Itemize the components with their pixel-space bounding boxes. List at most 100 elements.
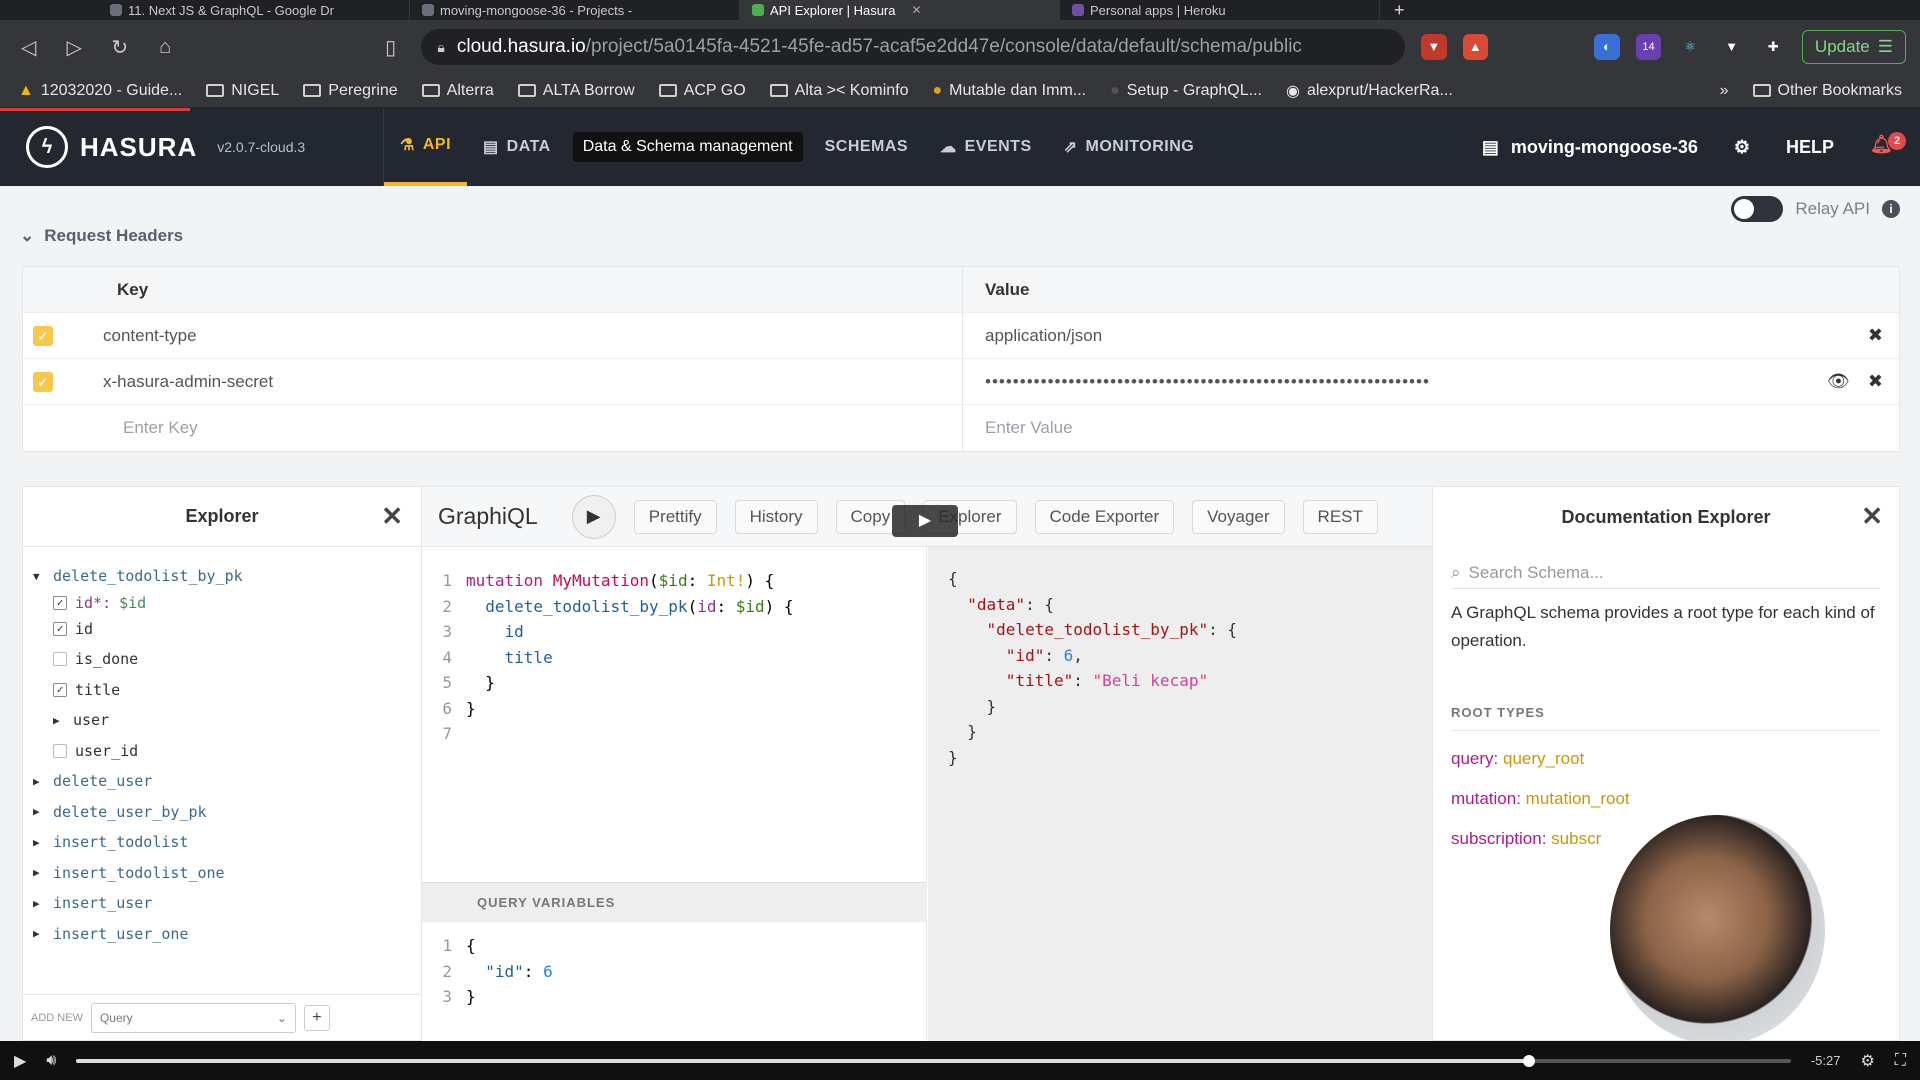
more-bookmarks-button[interactable]: » bbox=[1720, 82, 1729, 100]
tree-field[interactable]: user_id bbox=[33, 736, 411, 767]
tree-node[interactable]: ▶ insert_todolist_one bbox=[33, 858, 411, 889]
tree-node[interactable]: ▶ delete_user bbox=[33, 766, 411, 797]
show-secret-eye-icon[interactable]: 👁︎ bbox=[1827, 371, 1850, 392]
info-icon[interactable]: i bbox=[1882, 200, 1900, 218]
line-number: 5 bbox=[442, 673, 452, 692]
seek-handle[interactable] bbox=[1522, 1054, 1535, 1067]
forward-icon[interactable]: ▷ bbox=[59, 35, 88, 60]
browser-tab[interactable]: Personal apps | Heroku bbox=[1060, 0, 1380, 20]
tree-field[interactable]: ✓ title bbox=[33, 675, 411, 706]
tree-field[interactable]: ▶ user bbox=[33, 705, 411, 736]
reload-icon[interactable]: ↻ bbox=[105, 35, 134, 60]
bookmark-item[interactable]: ◉ alexprut/HackerRa... bbox=[1286, 81, 1453, 101]
tab-monitoring[interactable]: ⇗ MONITORING bbox=[1048, 108, 1211, 186]
bookmark-folder[interactable]: ALTA Borrow bbox=[517, 82, 635, 100]
tree-node[interactable]: ▶ insert_todolist bbox=[33, 827, 411, 858]
update-button[interactable]: Update ☰ bbox=[1801, 30, 1906, 64]
tree-field[interactable]: is_done bbox=[33, 644, 411, 675]
remove-header-icon[interactable]: ✖ bbox=[1868, 371, 1883, 392]
tab-schemas[interactable]: SCHEMAS bbox=[809, 108, 925, 186]
video-play-overlay-button[interactable]: ▶ bbox=[892, 505, 958, 537]
other-bookmarks-folder[interactable]: Other Bookmarks bbox=[1752, 82, 1902, 100]
bookmark-item[interactable]: ▲ 12032020 - Guide... bbox=[18, 82, 182, 100]
version-label: v2.0.7-cloud.3 bbox=[217, 139, 306, 155]
query-editor[interactable]: 1 mutation MyMutation($id: Int!) { 2 dele… bbox=[422, 547, 927, 882]
tree-node-expanded[interactable]: ▼ delete_todolist_by_pk bbox=[33, 561, 411, 592]
bookmark-item[interactable]: ● Mutable dan Imm... bbox=[932, 82, 1086, 100]
root-type-link[interactable]: mutation_root bbox=[1526, 789, 1630, 808]
enter-value-input[interactable]: Enter Value bbox=[985, 418, 1073, 438]
bookmark-item[interactable]: ● Setup - GraphQL... bbox=[1110, 82, 1262, 100]
folder-icon bbox=[421, 84, 440, 97]
brave-rewards-icon[interactable]: ▲ bbox=[1462, 34, 1489, 60]
close-icon[interactable]: ✕ bbox=[381, 501, 403, 532]
bookmark-folder[interactable]: NIGEL bbox=[206, 82, 279, 100]
brave-shield-icon[interactable]: ▼ bbox=[1420, 34, 1447, 60]
header-enabled-checkbox[interactable]: ✓ bbox=[33, 371, 53, 392]
tab-events[interactable]: ☁ EVENTS bbox=[924, 108, 1048, 186]
code-exporter-button[interactable]: Code Exporter bbox=[1034, 499, 1175, 534]
prettify-button[interactable]: Prettify bbox=[633, 499, 717, 534]
header-enabled-checkbox[interactable]: ✓ bbox=[33, 325, 53, 346]
play-icon[interactable]: ▶ bbox=[14, 1051, 26, 1071]
notifications-bell-icon[interactable]: 🔔︎ 2 bbox=[1870, 132, 1906, 160]
root-type-link[interactable]: subscr bbox=[1551, 829, 1601, 848]
settings-gear-icon[interactable]: ⚙ bbox=[1734, 137, 1750, 158]
header-key[interactable]: content-type bbox=[103, 326, 197, 346]
browser-tab[interactable]: moving-mongoose-36 - Projects - bbox=[410, 0, 740, 20]
bookmark-folder[interactable]: Alterra bbox=[421, 82, 494, 100]
request-headers-toggle[interactable]: ⌄ Request Headers bbox=[20, 226, 183, 246]
tree-field[interactable]: ✓ id bbox=[33, 614, 411, 645]
tab-data[interactable]: ▤ DATA bbox=[467, 108, 567, 186]
extensions-puzzle-icon[interactable]: ✚ bbox=[1760, 34, 1786, 60]
seek-bar[interactable] bbox=[76, 1054, 1791, 1067]
bookmark-label: alexprut/HackerRa... bbox=[1306, 81, 1453, 99]
bookmark-folder[interactable]: ACP GO bbox=[658, 82, 746, 100]
extension-new-icon[interactable]: ◐ bbox=[1594, 34, 1620, 60]
tree-node[interactable]: ▶ insert_user bbox=[33, 888, 411, 919]
home-icon[interactable]: ⌂ bbox=[150, 36, 179, 59]
remove-header-icon[interactable]: ✖ bbox=[1868, 325, 1883, 346]
help-link[interactable]: HELP bbox=[1786, 137, 1834, 158]
tree-node[interactable]: ▶ insert_user_one bbox=[33, 919, 411, 950]
vue-devtools-icon[interactable]: ▼ bbox=[1718, 34, 1745, 60]
relay-api-toggle[interactable] bbox=[1731, 196, 1784, 222]
extension-badge-icon[interactable]: 14 bbox=[1635, 34, 1662, 60]
settings-gear-icon[interactable]: ⚙ bbox=[1860, 1051, 1874, 1071]
add-operation-button[interactable]: + bbox=[303, 1004, 330, 1031]
bookmark-folder[interactable]: Alta >< Kominfo bbox=[769, 82, 908, 100]
rest-button[interactable]: REST bbox=[1302, 499, 1378, 534]
execute-query-button[interactable]: ▶ bbox=[571, 494, 616, 539]
url-path: /project/5a0145fa-4521-45fe-ad57-acaf5e2… bbox=[585, 36, 1302, 57]
voyager-button[interactable]: Voyager bbox=[1192, 499, 1285, 534]
caret-right-icon: ▶ bbox=[33, 835, 40, 849]
root-type-link[interactable]: query_root bbox=[1503, 749, 1584, 768]
fullscreen-icon[interactable]: ⛶ bbox=[1895, 1052, 1906, 1070]
header-key[interactable]: x-hasura-admin-secret bbox=[103, 372, 273, 392]
browser-tab-active[interactable]: API Explorer | Hasura ✕ bbox=[740, 0, 1060, 20]
operation-type-select[interactable]: Query ⌄ bbox=[90, 1002, 296, 1033]
hasura-brand[interactable]: ϟ HASURA v2.0.7-cloud.3 bbox=[0, 108, 384, 186]
tree-arg[interactable]: ✓ id*: $id bbox=[33, 592, 411, 614]
query-variables-editor[interactable]: 1{ 2 "id": 6 3} bbox=[422, 922, 927, 1042]
search-schema-input[interactable]: ⌕ Search Schema... bbox=[1451, 557, 1881, 589]
history-button[interactable]: History bbox=[734, 499, 818, 534]
bookmark-folder[interactable]: Peregrine bbox=[303, 82, 398, 100]
header-value-masked[interactable]: ••••••••••••••••••••••••••••••••••••••••… bbox=[985, 372, 1430, 392]
tab-api[interactable]: ⚗ API bbox=[384, 108, 468, 186]
enter-key-input[interactable]: Enter Key bbox=[123, 418, 198, 438]
query-variables-header[interactable]: QUERY VARIABLES bbox=[422, 882, 927, 922]
volume-icon[interactable]: 🔊︎ bbox=[46, 1052, 56, 1070]
browser-tab[interactable]: 11. Next JS & GraphQL - Google Dr bbox=[0, 0, 410, 20]
close-tab-icon[interactable]: ✕ bbox=[911, 3, 921, 17]
project-selector[interactable]: ▤ moving-mongoose-36 bbox=[1482, 137, 1698, 158]
new-tab-icon[interactable]: + bbox=[1394, 0, 1405, 21]
react-devtools-icon[interactable]: ⚛ bbox=[1677, 34, 1703, 60]
header-value[interactable]: application/json bbox=[985, 326, 1102, 346]
close-icon[interactable]: ✕ bbox=[1861, 501, 1883, 532]
bookmark-icon[interactable]: ▯ bbox=[376, 35, 405, 60]
address-bar[interactable]: 🔒︎ cloud.hasura.io/project/5a0145fa-4521… bbox=[421, 29, 1405, 65]
back-icon[interactable]: ◁ bbox=[14, 35, 43, 60]
folder-icon bbox=[303, 84, 322, 97]
tree-node[interactable]: ▶ delete_user_by_pk bbox=[33, 797, 411, 828]
